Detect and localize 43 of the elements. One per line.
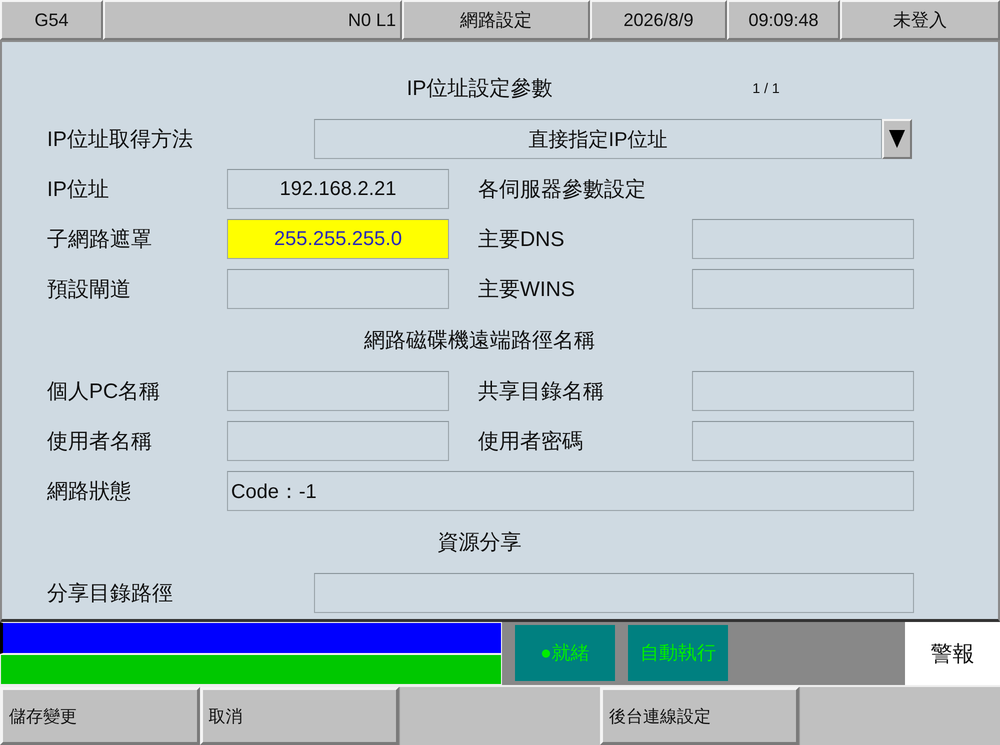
field-label: 使用者密碼 bbox=[478, 429, 584, 455]
section-title: 資源分享 bbox=[438, 530, 522, 556]
section-label: 各伺服器參數設定 bbox=[478, 177, 646, 203]
input-field[interactable] bbox=[227, 421, 449, 461]
input-field[interactable]: Code：-1 bbox=[227, 471, 914, 511]
field-label: 主要WINS bbox=[478, 277, 576, 303]
field-label: 分享目錄路徑 bbox=[47, 581, 174, 607]
field-label: 預設閘道 bbox=[47, 277, 132, 303]
header-cell: 網路設定 bbox=[402, 0, 590, 40]
section-title: 網路磁碟機遠端路徑名稱 bbox=[364, 328, 595, 354]
input-field[interactable] bbox=[314, 573, 914, 613]
status-indicator: 自動執行 bbox=[628, 625, 728, 681]
field-label: 共享目錄名稱 bbox=[478, 379, 605, 405]
softkey-button[interactable]: 取消 bbox=[200, 687, 400, 745]
softkey-button[interactable]: 後台連線設定 bbox=[600, 687, 800, 745]
header-cell: 09:09:48 bbox=[727, 0, 840, 40]
input-field[interactable] bbox=[227, 269, 449, 309]
field-label: 網路狀態 bbox=[47, 479, 132, 505]
triangle-down-icon bbox=[889, 130, 905, 148]
page-indicator: 1 / 1 bbox=[751, 80, 781, 96]
header-cell: 2026/8/9 bbox=[590, 0, 727, 40]
input-field[interactable] bbox=[692, 371, 914, 411]
section-title: IP位址設定參數 bbox=[406, 76, 552, 102]
input-field[interactable] bbox=[692, 219, 914, 259]
header-cell: G54 bbox=[0, 0, 103, 40]
field-label: 使用者名稱 bbox=[47, 429, 153, 455]
status-indicator: ●就緒 bbox=[515, 625, 615, 681]
input-field[interactable] bbox=[692, 269, 914, 309]
field-label: IP位址 bbox=[47, 177, 110, 203]
input-field[interactable]: 255.255.255.0 bbox=[227, 219, 449, 259]
softkey-button[interactable]: 儲存變更 bbox=[0, 687, 200, 745]
input-field[interactable] bbox=[227, 371, 449, 411]
header-cell: N0 L1 bbox=[103, 0, 402, 40]
field-label: 子網路遮罩 bbox=[47, 227, 153, 253]
input-field[interactable]: 192.168.2.21 bbox=[227, 169, 449, 209]
input-field[interactable] bbox=[692, 421, 914, 461]
field-label: 主要DNS bbox=[478, 227, 566, 253]
field-label: 個人PC名稱 bbox=[47, 379, 162, 405]
dropdown-field[interactable]: 直接指定IP位址 bbox=[314, 119, 882, 159]
field-label: IP位址取得方法 bbox=[47, 127, 194, 153]
dropdown-button[interactable] bbox=[882, 119, 912, 159]
header-cell: 未登入 bbox=[840, 0, 1000, 40]
alarm-label: 警報 bbox=[905, 622, 1000, 685]
